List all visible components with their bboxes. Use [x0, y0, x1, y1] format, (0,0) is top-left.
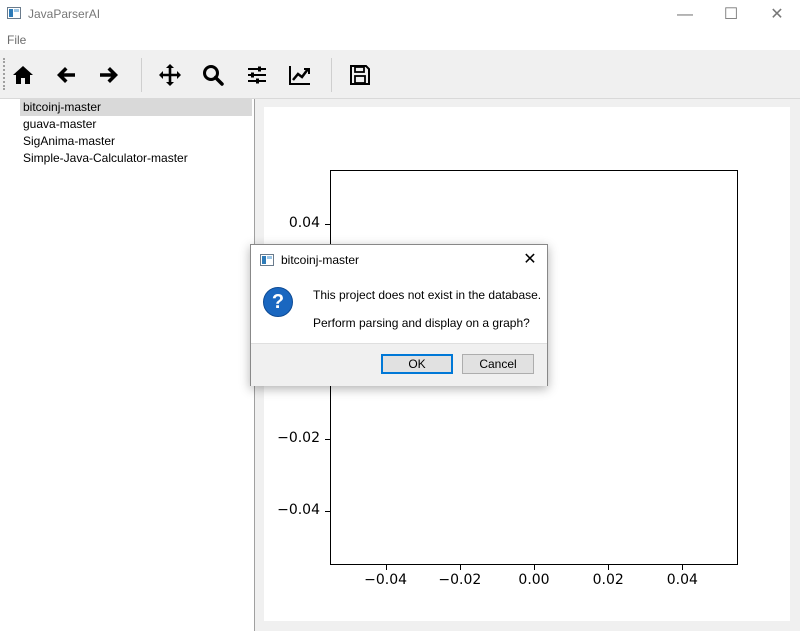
maximize-button[interactable]: ☐	[708, 0, 754, 30]
arrow-left-icon	[57, 67, 75, 83]
x-tick-mark	[385, 565, 387, 570]
x-tick-mark	[534, 565, 535, 570]
y-tick-mark	[325, 223, 330, 225]
toolbar	[0, 52, 800, 99]
x-tick-mark	[682, 565, 684, 570]
y-tick-label: 0.04	[288, 214, 320, 231]
toolbar-separator	[141, 58, 142, 92]
move-icon	[159, 64, 181, 86]
ok-button[interactable]: OK	[381, 354, 453, 374]
dialog-title: bitcoinj-master	[281, 253, 360, 267]
home-icon	[13, 66, 33, 84]
toolbar-separator	[331, 58, 332, 92]
x-tick-label: −0.04	[364, 572, 408, 588]
project-list: bitcoinj-master guava-master SigAnima-ma…	[0, 99, 255, 631]
y-tick-label: −0.04	[277, 502, 320, 519]
close-button[interactable]: ✕	[754, 0, 800, 30]
pan-button[interactable]	[155, 60, 185, 90]
magnifier-icon	[203, 65, 224, 86]
dialog-button-bar: OK Cancel	[251, 343, 547, 386]
forward-button[interactable]	[94, 60, 124, 90]
minimize-button[interactable]: —	[662, 0, 708, 30]
app-icon	[7, 7, 21, 19]
menu-file[interactable]: File	[7, 33, 26, 47]
edit-axis-button[interactable]	[285, 60, 315, 90]
configure-subplots-button[interactable]	[242, 60, 272, 90]
window-title: JavaParserAI	[28, 7, 101, 21]
arrow-right-icon	[100, 67, 118, 83]
confirm-dialog: bitcoinj-master ✕ ? This project does no…	[250, 244, 548, 386]
toolbar-grip[interactable]	[3, 58, 7, 90]
x-tick-mark	[459, 565, 461, 570]
floppy-disk-icon	[350, 65, 370, 85]
y-tick-mark	[325, 439, 330, 441]
x-tick-label: 0.00	[518, 572, 550, 588]
question-icon: ?	[263, 287, 293, 317]
back-button[interactable]	[51, 60, 81, 90]
project-item[interactable]: SigAnima-master	[20, 133, 254, 150]
cancel-button[interactable]: Cancel	[462, 354, 534, 374]
save-button[interactable]	[345, 60, 375, 90]
sliders-icon	[248, 66, 266, 84]
y-tick-mark	[325, 511, 330, 513]
menu-bar: File	[0, 30, 800, 50]
project-item[interactable]: guava-master	[20, 116, 254, 133]
home-button[interactable]	[8, 60, 38, 90]
dialog-question: Perform parsing and display on a graph?	[313, 316, 530, 330]
dialog-close-button[interactable]: ✕	[519, 249, 541, 271]
dialog-app-icon	[260, 254, 274, 266]
x-tick-label: −0.02	[438, 572, 482, 588]
zoom-button[interactable]	[198, 60, 228, 90]
project-item[interactable]: bitcoinj-master	[20, 99, 252, 116]
x-tick-label: 0.02	[592, 572, 624, 588]
x-tick-label: 0.04	[666, 572, 698, 588]
title-bar: JavaParserAI — ☐ ✕	[0, 0, 800, 30]
dialog-message: This project does not exist in the datab…	[313, 288, 542, 302]
y-tick-label: −0.02	[277, 430, 320, 447]
project-item[interactable]: Simple-Java-Calculator-master	[20, 150, 254, 167]
line-chart-icon	[289, 66, 310, 85]
x-tick-mark	[608, 565, 610, 570]
